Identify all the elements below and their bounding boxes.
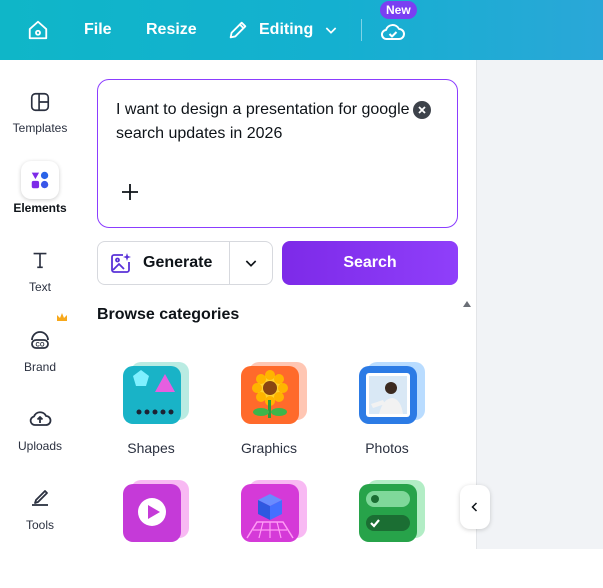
sidebar-item-uploads[interactable]: Uploads (0, 400, 80, 470)
3d-icon (239, 478, 307, 542)
home-button[interactable] (27, 0, 49, 60)
generate-label: Generate (143, 254, 213, 271)
editing-mode-button[interactable]: Editing (227, 0, 339, 60)
generate-button[interactable]: Generate (97, 241, 273, 285)
sidebar-item-label: Brand (23, 360, 57, 374)
sidebar-item-templates[interactable]: Templates (0, 80, 80, 150)
chevron-left-icon (471, 502, 478, 512)
add-attachment-button[interactable] (118, 180, 142, 204)
search-button[interactable]: Search (282, 241, 458, 285)
category-3d[interactable] (219, 478, 319, 588)
sidebar-item-tools[interactable]: Tools (0, 480, 80, 550)
topbar-divider (361, 19, 362, 41)
uploads-icon (29, 411, 52, 426)
chevron-down-icon (325, 27, 337, 34)
sidebar-item-label: Tools (25, 518, 54, 532)
pencil-icon (229, 21, 247, 39)
new-badge: New (380, 1, 417, 19)
category-shapes[interactable]: Shapes (101, 360, 201, 470)
scrollbar-up-arrow[interactable] (463, 301, 471, 307)
shapes-icon (121, 360, 189, 424)
close-icon (418, 106, 426, 114)
prompt-input[interactable]: I want to design a presentation for goog… (116, 98, 416, 146)
category-ai-charts[interactable] (337, 478, 437, 588)
category-label: Photos (365, 440, 409, 456)
file-menu-button[interactable]: File (84, 0, 112, 60)
clear-prompt-button[interactable] (413, 101, 431, 119)
side-navigation: Templates Elements Text CO Brand Uploads… (0, 60, 80, 549)
tools-icon (32, 490, 48, 506)
svg-text:CO: CO (36, 343, 45, 349)
home-icon (28, 20, 48, 40)
sidebar-item-elements[interactable]: Elements (0, 160, 80, 230)
plus-icon (122, 184, 138, 200)
sidebar-item-label: Uploads (17, 439, 63, 453)
ai-charts-icon (357, 478, 425, 542)
top-bar: File Resize Editing New (0, 0, 603, 60)
editing-mode-label: Editing (259, 21, 314, 38)
sidebar-item-text[interactable]: Text (0, 240, 80, 310)
chevron-down-icon (245, 260, 257, 267)
cloud-check-icon (380, 24, 405, 40)
browse-categories-heading: Browse categories (97, 306, 240, 323)
resize-button[interactable]: Resize (146, 0, 197, 60)
elements-icon (31, 171, 49, 189)
category-photos[interactable]: Photos (337, 360, 437, 470)
templates-icon (30, 92, 50, 112)
prompt-field[interactable]: I want to design a presentation for goog… (97, 79, 458, 228)
category-label: Graphics (240, 440, 298, 456)
sidebar-item-label: Text (28, 280, 51, 294)
design-canvas-area[interactable] (476, 60, 603, 549)
category-graphics[interactable]: Graphics (219, 360, 319, 470)
sidebar-item-brand[interactable]: CO Brand (0, 313, 80, 390)
text-icon (33, 252, 47, 269)
generate-options-dropdown[interactable] (230, 242, 272, 284)
graphics-icon (239, 360, 307, 424)
category-videos[interactable] (101, 478, 201, 588)
crown-icon (57, 313, 67, 321)
videos-icon (121, 478, 189, 542)
sidebar-item-label: Elements (13, 201, 67, 215)
brand-icon: CO (31, 331, 49, 349)
category-label: Shapes (127, 440, 175, 456)
collapse-panel-button[interactable] (460, 485, 490, 529)
photos-icon (357, 360, 425, 424)
magic-image-icon (111, 253, 131, 273)
sidebar-item-label: Templates (12, 121, 68, 135)
